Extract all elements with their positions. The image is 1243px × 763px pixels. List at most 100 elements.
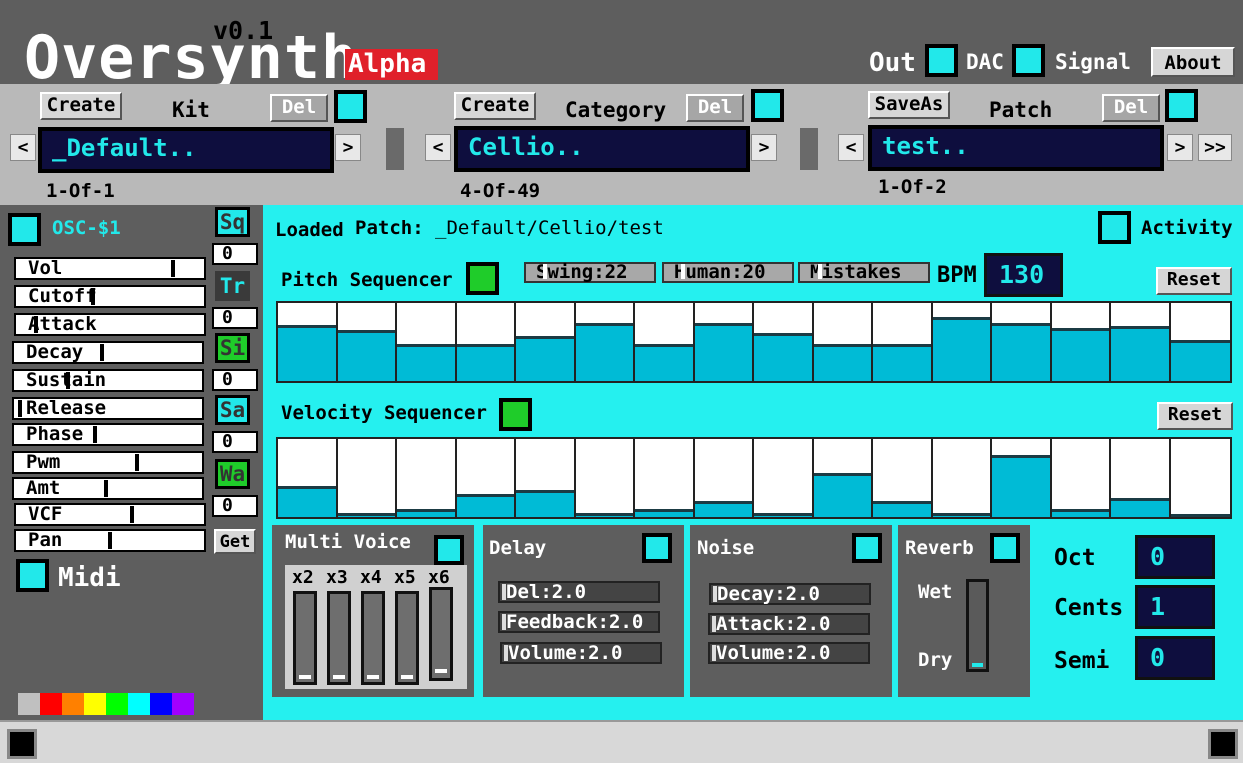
kit-del-button[interactable]: Del <box>270 94 328 122</box>
swing-field[interactable]: Swing:22 <box>524 262 656 283</box>
pitch-step[interactable] <box>456 303 516 381</box>
category-toggle[interactable] <box>751 89 784 122</box>
color-swatch[interactable] <box>172 693 194 715</box>
osc-slider-amt[interactable]: Amt <box>12 477 204 500</box>
osc-slider-cutoff[interactable]: Cutoff <box>14 285 206 308</box>
voice-x4-slider[interactable] <box>361 591 385 685</box>
velocity-step[interactable] <box>1051 439 1111 517</box>
pitch-step[interactable] <box>1111 303 1171 381</box>
velocity-step[interactable] <box>635 439 695 517</box>
pitch-step[interactable] <box>337 303 397 381</box>
color-swatch[interactable] <box>106 693 128 715</box>
noise-attack-param[interactable]: Attack:2.0 <box>708 613 870 635</box>
osc-slider-vcf[interactable]: VCF <box>14 503 206 526</box>
velocity-step[interactable] <box>278 439 338 517</box>
kit-prev-button[interactable]: < <box>10 134 36 161</box>
velocity-step[interactable] <box>1111 439 1171 517</box>
pitch-step[interactable] <box>516 303 576 381</box>
voice-x3-slider[interactable] <box>327 591 351 685</box>
color-swatch[interactable] <box>18 693 40 715</box>
patch-saveas-button[interactable]: SaveAs <box>868 91 950 119</box>
pitch-sequencer-toggle[interactable] <box>466 262 499 295</box>
patch-prev-button[interactable]: < <box>838 134 864 161</box>
delay-time-param[interactable]: Del:2.0 <box>498 581 660 603</box>
patch-del-button[interactable]: Del <box>1102 94 1160 122</box>
velocity-step[interactable] <box>873 439 933 517</box>
pitch-reset-button[interactable]: Reset <box>1156 267 1232 295</box>
velocity-step[interactable] <box>1170 439 1230 517</box>
pitch-step[interactable] <box>575 303 635 381</box>
about-button[interactable]: About <box>1151 47 1235 77</box>
wave-tr-amount[interactable]: 0 <box>212 307 258 329</box>
voice-x2-slider[interactable] <box>293 591 317 685</box>
left-corner-handle[interactable] <box>7 729 37 759</box>
reverb-toggle[interactable] <box>990 533 1020 563</box>
color-swatch[interactable] <box>150 693 172 715</box>
velocity-step[interactable] <box>694 439 754 517</box>
velocity-sequencer-grid[interactable] <box>276 437 1232 519</box>
category-del-button[interactable]: Del <box>686 94 744 122</box>
voice-x5-slider[interactable] <box>395 591 419 685</box>
osc-slider-phase[interactable]: Phase <box>12 423 204 446</box>
color-swatch[interactable] <box>128 693 150 715</box>
velocity-step[interactable] <box>932 439 992 517</box>
pitch-step[interactable] <box>932 303 992 381</box>
midi-toggle[interactable] <box>16 559 49 592</box>
delay-toggle[interactable] <box>642 533 672 563</box>
pitch-step[interactable] <box>873 303 933 381</box>
reverb-slider[interactable] <box>966 579 989 672</box>
color-swatch[interactable] <box>62 693 84 715</box>
activity-toggle[interactable] <box>1098 211 1131 244</box>
pitch-step[interactable] <box>813 303 873 381</box>
pitch-step[interactable] <box>1051 303 1111 381</box>
delay-feedback-param[interactable]: Feedback:2.0 <box>498 611 660 633</box>
mistakes-field[interactable]: Mistakes <box>798 262 930 283</box>
wave-wa-button[interactable]: Wa <box>215 459 250 489</box>
patch-last-button[interactable]: >> <box>1198 134 1232 161</box>
voice-x6-slider[interactable] <box>429 587 453 681</box>
osc-slider-decay[interactable]: Decay <box>12 341 204 364</box>
velocity-step[interactable] <box>456 439 516 517</box>
velocity-step[interactable] <box>754 439 814 517</box>
patch-toggle[interactable] <box>1165 89 1198 122</box>
dac-toggle[interactable] <box>925 44 958 77</box>
human-field[interactable]: Human:20 <box>662 262 794 283</box>
wave-sa-amount[interactable]: 0 <box>212 431 258 453</box>
semi-value[interactable]: 0 <box>1135 636 1215 680</box>
wave-sq-amount[interactable]: 0 <box>212 243 258 265</box>
pitch-step[interactable] <box>635 303 695 381</box>
velocity-step[interactable] <box>813 439 873 517</box>
kit-next-button[interactable]: > <box>335 134 361 161</box>
osc-slider-pwm[interactable]: Pwm <box>12 451 204 474</box>
delay-volume-param[interactable]: Volume:2.0 <box>500 642 662 664</box>
velocity-step[interactable] <box>992 439 1052 517</box>
pitch-step[interactable] <box>397 303 457 381</box>
velocity-step[interactable] <box>575 439 635 517</box>
wave-wa-amount[interactable]: 0 <box>212 495 258 517</box>
osc-slider-attack[interactable]: Attack <box>14 313 206 336</box>
noise-volume-param[interactable]: Volume:2.0 <box>708 642 870 664</box>
wave-tr-button[interactable]: Tr <box>215 271 250 301</box>
pitch-sequencer-grid[interactable] <box>276 301 1232 383</box>
velocity-step[interactable] <box>397 439 457 517</box>
kit-toggle[interactable] <box>334 90 367 123</box>
osc-slider-pan[interactable]: Pan <box>14 529 206 552</box>
signal-toggle[interactable] <box>1012 44 1045 77</box>
velocity-step[interactable] <box>516 439 576 517</box>
velocity-sequencer-toggle[interactable] <box>499 398 532 431</box>
noise-decay-param[interactable]: Decay:2.0 <box>709 583 871 605</box>
patch-next-button[interactable]: > <box>1167 134 1193 161</box>
wave-si-amount[interactable]: 0 <box>212 369 258 391</box>
pitch-step[interactable] <box>1170 303 1230 381</box>
pitch-step[interactable] <box>754 303 814 381</box>
wave-sq-button[interactable]: Sq <box>215 207 250 237</box>
wave-sa-button[interactable]: Sa <box>215 395 250 425</box>
velocity-reset-button[interactable]: Reset <box>1157 402 1233 430</box>
pitch-step[interactable] <box>278 303 338 381</box>
category-prev-button[interactable]: < <box>425 134 451 161</box>
osc-slider-release[interactable]: Release <box>12 397 204 420</box>
bpm-value[interactable]: 130 <box>984 253 1063 297</box>
velocity-step[interactable] <box>337 439 397 517</box>
pitch-step[interactable] <box>694 303 754 381</box>
cents-value[interactable]: 1 <box>1135 585 1215 629</box>
